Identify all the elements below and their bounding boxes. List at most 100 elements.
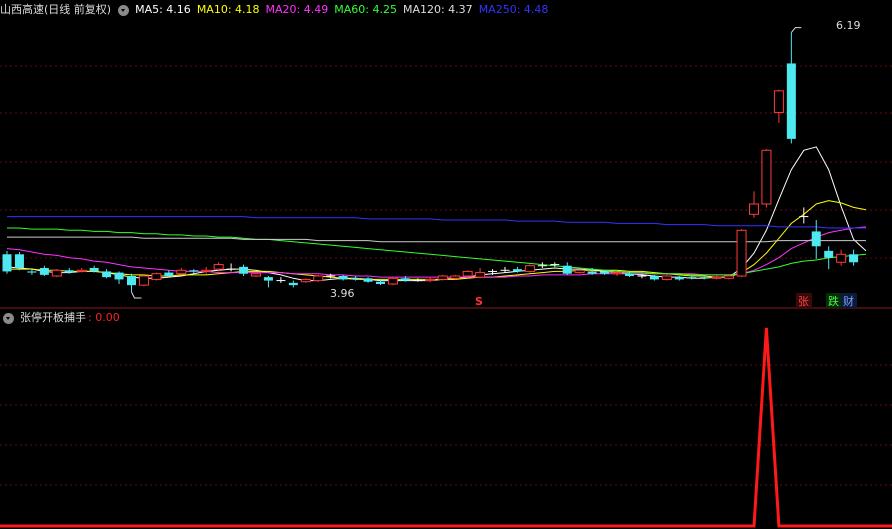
candle-body (786, 63, 796, 139)
candle (413, 278, 423, 282)
candle-body (711, 276, 722, 279)
candle-body (562, 265, 572, 274)
candle (288, 280, 298, 288)
candle-body (288, 282, 298, 286)
candle-body (387, 277, 398, 285)
candle-body (625, 273, 634, 276)
candle-body (674, 277, 684, 280)
candle (475, 268, 486, 279)
candle-body (313, 275, 324, 282)
candle (300, 278, 311, 283)
marker-s: S (475, 295, 483, 308)
candle (462, 270, 473, 278)
candle (2, 250, 12, 274)
candle (836, 249, 847, 266)
candle-body (251, 273, 261, 277)
candle-body (425, 278, 436, 282)
candle (226, 263, 236, 272)
candle (276, 277, 286, 283)
candle-body (849, 254, 859, 263)
candle-body (213, 264, 224, 270)
annotations: 6.19 3.96 S 张 跌 财 (131, 19, 861, 308)
candle-body (450, 275, 461, 279)
candle-body (51, 269, 62, 277)
low-pointer (131, 291, 142, 299)
high-pointer (790, 27, 802, 33)
low-price-label: 3.96 (330, 287, 355, 300)
candle (263, 276, 273, 288)
candle (773, 89, 784, 123)
candle (450, 274, 461, 280)
candle-body (587, 271, 597, 274)
candle-body (524, 265, 535, 272)
candle-body (724, 275, 735, 279)
candle (749, 191, 759, 218)
candle (574, 269, 585, 274)
grid-lines (0, 65, 892, 486)
candle (849, 249, 859, 266)
marker-zhang: 张 (798, 295, 809, 308)
candle-body (14, 254, 24, 268)
candle (437, 274, 448, 281)
candle (14, 252, 24, 271)
candle (151, 272, 162, 281)
candle-body (138, 275, 149, 286)
candle-body (600, 271, 610, 274)
candle-body (811, 231, 821, 247)
candle-body (151, 273, 162, 280)
candle (127, 273, 136, 292)
candle-body (189, 270, 199, 272)
candle (114, 271, 124, 284)
candle (500, 266, 510, 273)
candle-body (437, 275, 448, 280)
candle-body (512, 269, 522, 272)
candle (724, 274, 735, 280)
candle-body (176, 269, 187, 275)
candle-body (612, 272, 623, 275)
candle-body (462, 270, 473, 277)
candle (201, 266, 212, 274)
candle-body (351, 278, 361, 280)
stock-chart: 6.19 3.96 S 张 跌 财 (0, 19, 892, 528)
candle-body (338, 276, 348, 280)
marker-die: 跌 (828, 294, 839, 308)
candle (102, 269, 112, 279)
candle-body (661, 275, 672, 280)
candle (363, 277, 373, 283)
candle-body (400, 278, 410, 281)
candle (138, 273, 149, 287)
candle-body (27, 271, 37, 273)
candle-body (201, 269, 212, 272)
candle (251, 272, 261, 278)
candle-body (89, 268, 99, 272)
candle (711, 274, 722, 280)
candle (387, 277, 398, 286)
marker-cai: 财 (843, 294, 854, 308)
candle-body (300, 278, 311, 283)
candle (76, 268, 87, 273)
candle-body (363, 278, 373, 282)
candle-body (239, 266, 249, 274)
candle-body (773, 90, 784, 114)
candle (313, 274, 324, 282)
candle (661, 274, 672, 281)
candle-body (475, 272, 486, 278)
candle-body (824, 250, 834, 258)
candle-body (263, 277, 273, 281)
candle (612, 271, 623, 276)
candle (562, 262, 572, 275)
candle (687, 276, 697, 280)
candle (761, 149, 772, 208)
candle-body (736, 229, 747, 277)
candle-body (164, 272, 174, 276)
candle (51, 269, 62, 278)
candle (811, 220, 821, 259)
candle-body (114, 272, 124, 280)
candle (736, 229, 747, 278)
candle-body (699, 277, 709, 279)
candle-body (2, 254, 12, 272)
candle-body (76, 269, 87, 272)
candle (824, 246, 834, 270)
candle-body (761, 149, 772, 205)
candle-body (376, 281, 385, 284)
